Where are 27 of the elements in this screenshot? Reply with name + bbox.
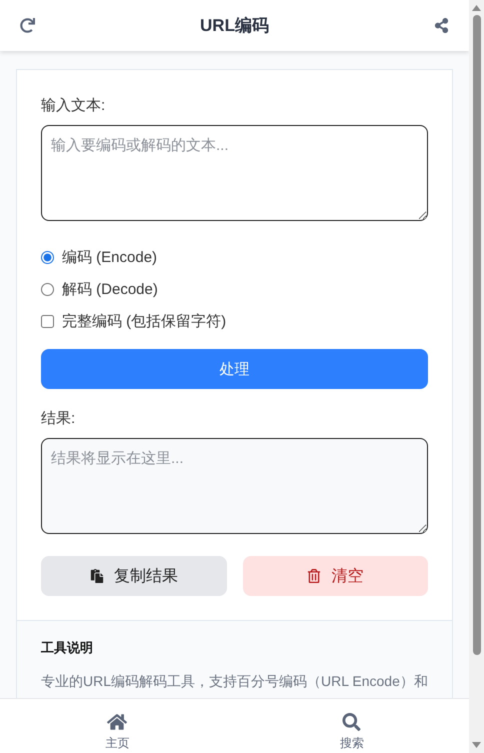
checkbox[interactable] [41, 314, 54, 328]
clear-button[interactable]: 清空 [242, 556, 428, 596]
result-label: 结果: [41, 409, 76, 428]
info-title: 工具说明 [41, 639, 94, 657]
page-title: URL编码 [200, 15, 269, 37]
radio-button[interactable] [41, 282, 54, 296]
option-label: 编码 (Encode) [62, 248, 158, 266]
input-field[interactable]: 输入要编码或解码的文本... [41, 125, 428, 221]
input-label: 输入文本: [41, 96, 106, 115]
nav-item[interactable]: 搜索 [234, 699, 469, 753]
refresh-button[interactable] [20, 18, 35, 33]
process-button[interactable]: 处理 [41, 349, 428, 389]
scroll-up-icon[interactable] [472, 5, 481, 11]
home-icon [107, 713, 128, 731]
result-field[interactable]: 结果将显示在这里... [41, 438, 428, 534]
clipboard-icon [90, 569, 104, 583]
scroll-down-icon[interactable] [472, 742, 481, 748]
share-button[interactable] [434, 18, 449, 33]
search-icon [342, 713, 362, 731]
option-label: 完整编码 (包括保留字符) [62, 312, 226, 330]
nav-item[interactable]: 主页 [0, 699, 234, 753]
scrollbar[interactable] [469, 0, 484, 753]
copy-button[interactable]: 复制结果 [41, 556, 226, 596]
info-text: 专业的URL编码解码工具，支持百分号编码（URL Encode）和 [41, 672, 428, 691]
option-label: 解码 (Decode) [62, 280, 158, 298]
trash-icon [307, 569, 322, 583]
radio-button[interactable] [41, 250, 54, 264]
